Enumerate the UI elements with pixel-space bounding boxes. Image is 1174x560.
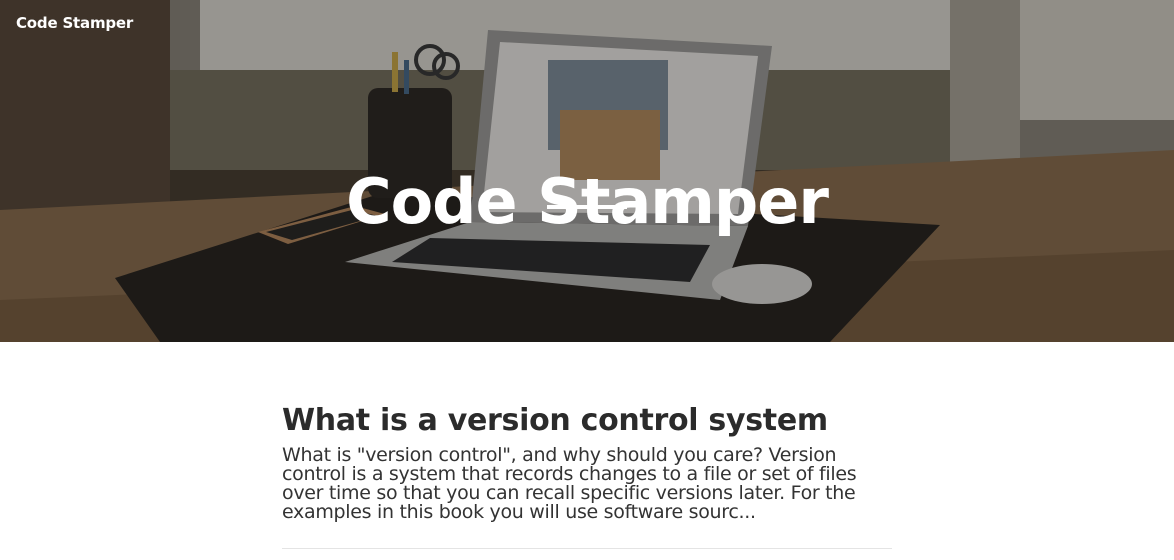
hero-divider (547, 205, 627, 209)
navbar: Code Stamper (0, 0, 1174, 48)
post-separator (282, 548, 892, 549)
brand-link[interactable]: Code Stamper (16, 14, 133, 32)
post-preview: What is a version control system What is… (282, 400, 892, 522)
post-excerpt: What is "version control", and why shoul… (282, 444, 857, 523)
hero-header: Code Stamper (0, 0, 1174, 342)
post-title-link[interactable]: What is a version control system (282, 400, 892, 442)
hero-title: Code Stamper (346, 164, 829, 238)
